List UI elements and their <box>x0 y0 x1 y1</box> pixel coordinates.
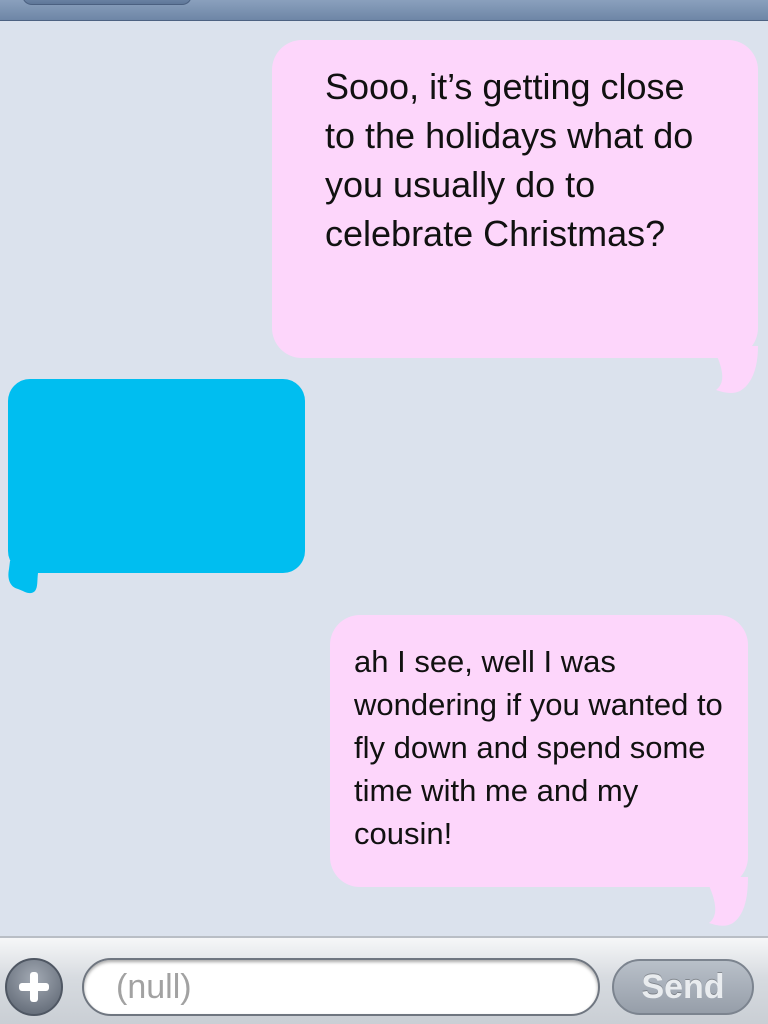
message-composer: Send <box>0 936 768 1024</box>
navigation-bar <box>0 0 768 21</box>
back-button[interactable] <box>22 0 192 5</box>
message-input[interactable] <box>82 958 600 1016</box>
incoming-message-bubble[interactable] <box>8 379 305 573</box>
outgoing-message-bubble[interactable]: Sooo, it’s getting close to the holidays… <box>272 40 758 358</box>
message-thread[interactable]: Sooo, it’s getting close to the holidays… <box>0 21 768 936</box>
send-button[interactable]: Send <box>612 959 754 1015</box>
outgoing-message-bubble[interactable]: ah I see, well I was wondering if you wa… <box>330 615 748 887</box>
plus-icon[interactable] <box>5 958 63 1016</box>
bubble-tail <box>705 877 748 926</box>
bubble-tail <box>712 346 758 393</box>
messages-screen: Sooo, it’s getting close to the holidays… <box>0 0 768 1024</box>
bubble-tail <box>8 561 49 594</box>
